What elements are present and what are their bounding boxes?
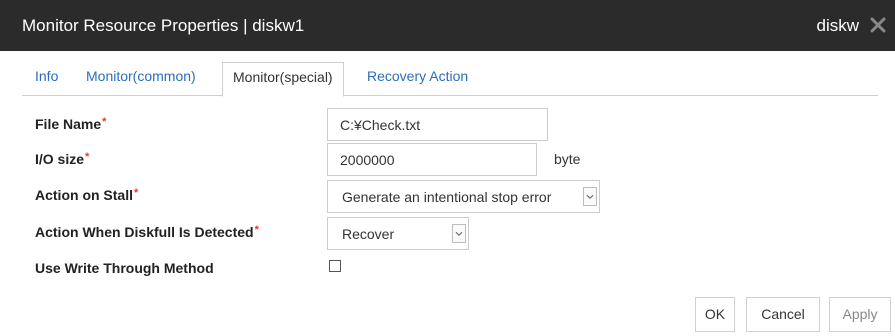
tab-monitor-common[interactable]: Monitor(common) — [86, 68, 196, 84]
write-through-label: Use Write Through Method — [35, 260, 214, 276]
tab-info[interactable]: Info — [35, 68, 58, 84]
required-mark: * — [85, 151, 90, 163]
tab-monitor-special[interactable]: Monitor(special) — [222, 62, 344, 97]
action-on-stall-select[interactable]: Generate an intentional stop error — [327, 180, 600, 213]
io-size-field[interactable]: 2000000 — [327, 143, 537, 176]
tab-bar: Info Monitor(common) Monitor(special) Re… — [22, 62, 878, 97]
action-diskfull-value: Recover — [342, 226, 395, 242]
close-icon[interactable] — [869, 16, 887, 34]
required-mark: * — [102, 116, 107, 128]
required-mark: * — [254, 224, 259, 236]
required-mark: * — [134, 187, 139, 199]
tab-recovery-action[interactable]: Recovery Action — [367, 68, 468, 84]
file-name-label: File Name* — [35, 116, 107, 132]
action-on-stall-label: Action on Stall* — [35, 187, 139, 203]
dialog-title-right: diskw — [816, 16, 859, 35]
title-bar: Monitor Resource Properties | diskw1 dis… — [0, 0, 895, 51]
dialog-title: Monitor Resource Properties | diskw1 — [22, 16, 305, 35]
action-diskfull-label: Action When Diskfull Is Detected* — [35, 224, 259, 240]
file-name-field[interactable]: C:¥Check.txt — [327, 108, 548, 141]
action-diskfull-select[interactable]: Recover — [327, 217, 469, 250]
ok-button[interactable]: OK — [695, 297, 735, 332]
io-size-label: I/O size* — [35, 151, 90, 167]
apply-button[interactable]: Apply — [829, 297, 891, 332]
chevron-down-icon — [583, 187, 597, 206]
io-size-unit: byte — [554, 151, 581, 167]
action-on-stall-value: Generate an intentional stop error — [342, 189, 552, 205]
write-through-checkbox[interactable] — [329, 260, 341, 272]
chevron-down-icon — [452, 224, 466, 243]
cancel-button[interactable]: Cancel — [746, 297, 820, 332]
